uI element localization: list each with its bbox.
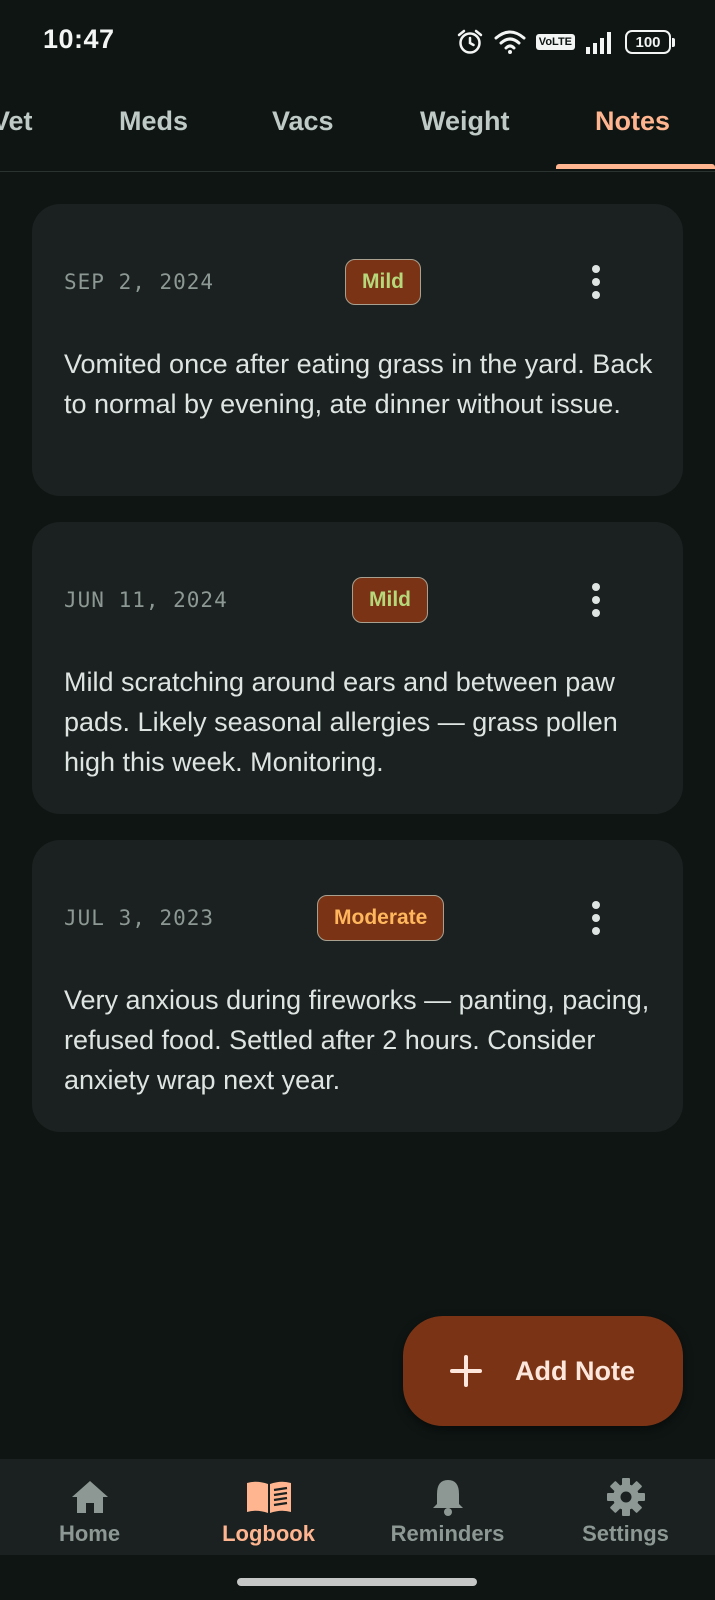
note-date: JUL 3, 2023 <box>64 906 215 930</box>
more-options-button[interactable] <box>574 259 618 305</box>
nav-settings[interactable]: Settings <box>536 1459 715 1555</box>
more-options-button[interactable] <box>574 577 618 623</box>
tab-notes[interactable]: Notes <box>595 106 670 137</box>
volte-icon: VoLTE <box>535 34 575 50</box>
plus-icon <box>450 1355 482 1387</box>
note-card[interactable]: SEP 2, 2024 Mild Vomited once after eati… <box>32 204 683 496</box>
note-card[interactable]: JUN 11, 2024 Mild Mild scratching around… <box>32 522 683 814</box>
status-icons: VoLTE 100 <box>456 26 675 58</box>
severity-badge: Mild <box>345 259 421 305</box>
note-date: JUN 11, 2024 <box>64 588 228 612</box>
add-note-label: Add Note <box>515 1356 635 1386</box>
note-card[interactable]: JUL 3, 2023 Moderate Very anxious during… <box>32 840 683 1132</box>
tab-meds[interactable]: Meds <box>119 106 188 137</box>
wifi-icon <box>494 30 526 54</box>
severity-badge: Moderate <box>317 895 445 941</box>
alarm-icon <box>457 29 483 54</box>
nav-settings-label: Settings <box>582 1521 669 1546</box>
note-text: Very anxious during fireworks — panting,… <box>64 985 650 1095</box>
tab-indicator <box>556 164 715 169</box>
home-icon <box>70 1477 110 1517</box>
nav-home[interactable]: Home <box>0 1459 179 1555</box>
bottom-navigation: Home Logbook Reminders Settings <box>0 1459 715 1555</box>
status-bar: 10:47 VoLTE 100 <box>0 0 715 84</box>
status-time: 10:47 <box>43 24 115 54</box>
tab-weight[interactable]: Weight <box>420 106 510 137</box>
note-text: Vomited once after eating grass in the y… <box>64 349 653 419</box>
tab-vet[interactable]: Vet <box>0 106 33 137</box>
note-date: SEP 2, 2024 <box>64 270 215 294</box>
signal-icon <box>586 32 611 54</box>
nav-logbook-label: Logbook <box>222 1521 315 1546</box>
battery-icon: 100 <box>625 30 675 54</box>
nav-home-label: Home <box>58 1521 121 1546</box>
nav-reminders[interactable]: Reminders <box>358 1459 537 1555</box>
more-options-button[interactable] <box>574 895 618 941</box>
bell-icon <box>430 1477 466 1517</box>
home-gesture-bar[interactable] <box>237 1578 477 1586</box>
severity-badge: Mild <box>352 577 428 623</box>
logbook-tabs: Vet Meds Vacs Weight Notes <box>0 84 715 172</box>
nav-logbook[interactable]: Logbook <box>179 1459 358 1555</box>
tab-vacs[interactable]: Vacs <box>272 106 334 137</box>
nav-reminders-label: Reminders <box>390 1521 505 1546</box>
book-icon <box>245 1477 293 1517</box>
add-note-button[interactable]: Add Note <box>403 1316 683 1426</box>
gear-icon <box>606 1477 646 1517</box>
note-text: Mild scratching around ears and between … <box>64 667 618 777</box>
